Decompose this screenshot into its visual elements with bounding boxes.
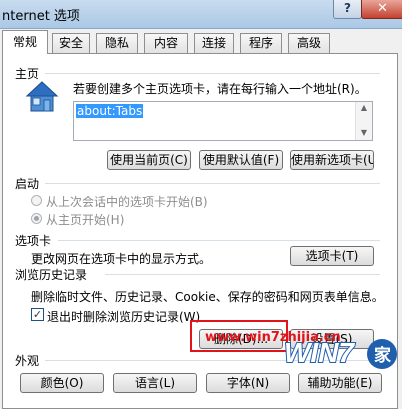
tab-content[interactable]: 内容	[144, 33, 188, 53]
use-default-button[interactable]: 使用默认值(F)	[199, 150, 283, 170]
tab-strip: 常规 安全 隐私 内容 连接 程序 高级	[0, 30, 402, 54]
tabs-section-title: 选项卡	[15, 234, 52, 248]
close-button[interactable]: ✕	[361, 0, 402, 19]
textarea-scrollbar[interactable]: ▲ ▼	[355, 102, 372, 140]
startup-radio-home[interactable]	[31, 213, 42, 224]
scroll-up-icon[interactable]: ▲	[356, 103, 372, 112]
home-instruction: 若要创建多个主页选项卡，请在每行输入一个地址(R)。	[73, 82, 367, 96]
tabs-settings-button[interactable]: 选项卡(T)	[290, 246, 374, 266]
appearance-section-title: 外观	[15, 354, 40, 368]
scroll-down-icon[interactable]: ▼	[356, 128, 372, 137]
divider	[105, 274, 380, 275]
use-current-button[interactable]: 使用当前页(C)	[107, 150, 191, 170]
home-page-textarea[interactable]: about:Tabs ▲ ▼	[73, 101, 373, 141]
use-new-tab-button[interactable]: 使用新选项卡(U)	[290, 150, 374, 170]
history-section-title: 浏览历史记录	[15, 268, 88, 282]
divider	[45, 183, 380, 184]
startup-radio-last-session[interactable]	[31, 195, 42, 206]
colors-button[interactable]: 颜色(O)	[20, 373, 104, 393]
tab-privacy[interactable]: 隐私	[96, 33, 138, 53]
startup-section-title: 启动	[15, 177, 40, 191]
languages-button[interactable]: 语言(L)	[113, 373, 197, 393]
divider	[58, 240, 380, 241]
tabs-description: 更改网页在选项卡中的显示方式。	[31, 252, 212, 266]
tab-general[interactable]: 常规	[2, 30, 48, 54]
win7-logo: WIN7 家	[283, 336, 397, 369]
tab-connections[interactable]: 连接	[194, 33, 234, 53]
delete-on-exit-checkbox[interactable]: ✓	[31, 308, 44, 321]
tab-programs[interactable]: 程序	[240, 33, 282, 53]
window-title: nternet 选项	[2, 9, 80, 24]
accessibility-button[interactable]: 辅助功能(E)	[298, 373, 382, 393]
startup-option-last-session: 从上次会话中的选项卡开始(B)	[46, 195, 208, 209]
logo-text: WIN7	[284, 337, 355, 368]
fonts-button[interactable]: 字体(N)	[206, 373, 290, 393]
home-page-value: about:Tabs	[76, 104, 144, 118]
home-icon	[25, 81, 59, 112]
logo-suffix: 家	[374, 345, 391, 366]
tab-security[interactable]: 安全	[52, 33, 90, 53]
startup-option-home: 从主页开始(H)	[46, 213, 125, 227]
history-description: 删除临时文件、历史记录、Cookie、保存的密码和网页表单信息。	[31, 290, 384, 304]
divider	[45, 73, 380, 74]
tab-advanced[interactable]: 高级	[288, 33, 330, 53]
delete-on-exit-label: 退出时删除浏览历史记录(W)	[47, 310, 201, 324]
help-button[interactable]: ?	[333, 0, 362, 19]
